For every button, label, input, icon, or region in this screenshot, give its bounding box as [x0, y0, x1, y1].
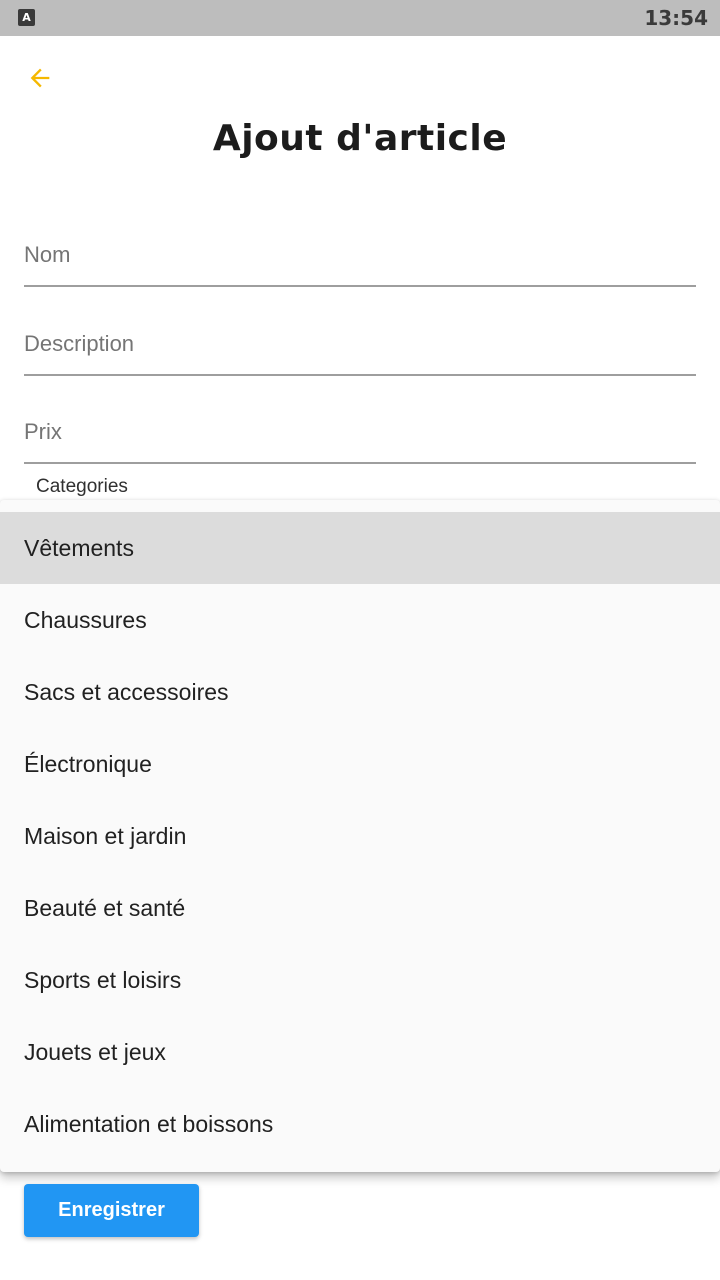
categories-dropdown-menu: Vêtements Chaussures Sacs et accessoires…: [0, 500, 720, 1172]
status-time: 13:54: [644, 6, 708, 30]
dropdown-item-sports-loisirs[interactable]: Sports et loisirs: [0, 944, 720, 1016]
dropdown-item-chaussures[interactable]: Chaussures: [0, 584, 720, 656]
dropdown-item-electronique[interactable]: Électronique: [0, 728, 720, 800]
nom-field[interactable]: [24, 225, 696, 287]
back-button[interactable]: [14, 54, 66, 102]
arrow-left-icon: [30, 68, 50, 88]
status-bar: A 13:54: [0, 0, 720, 36]
dropdown-item-sacs-accessoires[interactable]: Sacs et accessoires: [0, 656, 720, 728]
dropdown-item-beaute-sante[interactable]: Beauté et santé: [0, 872, 720, 944]
save-button[interactable]: Enregistrer: [24, 1184, 199, 1237]
categories-label: Categories: [36, 476, 128, 497]
screen: A 13:54 Ajout d'article Categories Vêtem…: [0, 0, 720, 1280]
dropdown-item-alimentation-boissons[interactable]: Alimentation et boissons: [0, 1088, 720, 1160]
prix-field[interactable]: [24, 402, 696, 464]
description-input[interactable]: [24, 314, 696, 374]
page-title: Ajout d'article: [212, 118, 508, 159]
dropdown-item-jouets-jeux[interactable]: Jouets et jeux: [0, 1016, 720, 1088]
nom-input[interactable]: [24, 225, 696, 285]
dropdown-item-vetements[interactable]: Vêtements: [0, 512, 720, 584]
description-field[interactable]: [24, 314, 696, 376]
prix-input[interactable]: [24, 402, 696, 462]
dropdown-item-maison-jardin[interactable]: Maison et jardin: [0, 800, 720, 872]
app-notification-icon: A: [18, 9, 35, 26]
